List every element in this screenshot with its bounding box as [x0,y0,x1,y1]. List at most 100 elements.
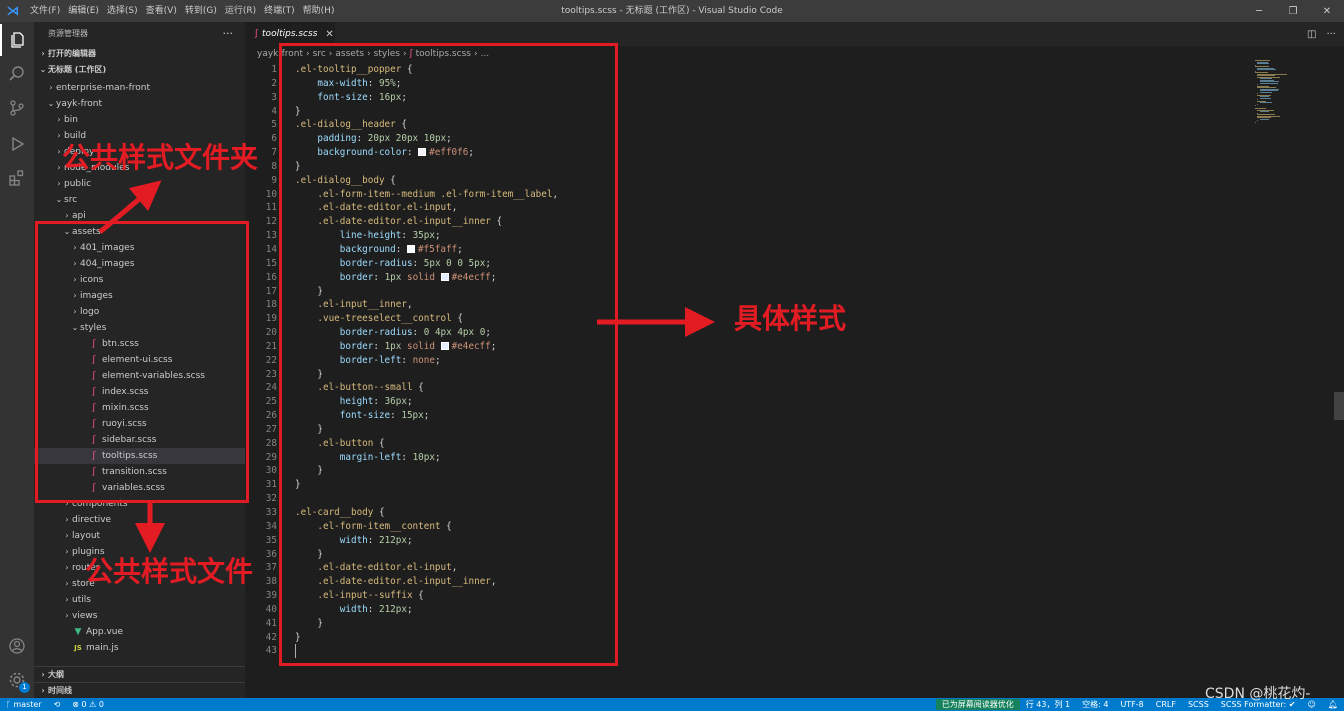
branch-status[interactable]: ᚴ master [0,700,48,709]
minimap-line [1257,63,1269,64]
tree-item-label: build [64,131,87,141]
tree-item-label: directive [72,515,112,525]
menu-item[interactable]: 选择(S) [103,0,142,22]
search-icon[interactable] [0,58,34,90]
split-editor-icon[interactable]: ◫ [1307,29,1316,40]
chevron-down-icon: ⌄ [55,195,63,204]
menu-item[interactable]: 运行(R) [221,0,260,22]
minimap-line [1257,69,1276,70]
scrollbar-thumb[interactable] [1334,392,1344,420]
chevron-right-icon: › [41,670,45,679]
end-of-line[interactable]: CRLF [1150,700,1182,709]
outline-label: 大纲 [48,670,64,679]
window-controls: ─ ❐ ✕ [1242,0,1344,22]
tree-folder[interactable]: › layout [34,528,245,544]
line-number: 41 [265,617,277,629]
problems-status[interactable]: ⊗ 0 ⚠ 0 [66,700,110,709]
line-number: 2 [271,77,277,89]
line-number: 26 [265,410,277,422]
tab-close-icon[interactable]: ✕ [325,29,333,40]
timeline-section[interactable]: › 时间线 [34,682,245,698]
extensions-icon[interactable] [0,162,34,194]
screen-reader-status[interactable]: 已为屏幕阅读器优化 [935,699,1020,710]
branch-name: master [13,700,42,709]
minimap[interactable] [1255,60,1331,126]
line-number: 39 [265,590,277,602]
tree-folder[interactable]: › utils [34,592,245,608]
indentation[interactable]: 空格: 4 [1076,699,1114,710]
menu-item[interactable]: 转到(G) [181,0,221,22]
tree-folder[interactable]: › enterprise-man-front [34,80,245,96]
tree-folder[interactable]: ⌄ src [34,192,245,208]
run-debug-icon[interactable] [0,128,34,160]
more-actions-icon[interactable]: ··· [1326,29,1336,40]
tree-folder[interactable]: › public [34,176,245,192]
close-window-icon[interactable]: ✕ [1310,0,1344,22]
notifications-icon[interactable]: 🔔︎ [1322,700,1344,709]
restore-icon[interactable]: ❐ [1276,0,1310,22]
line-number: 19 [265,313,277,325]
timeline-label: 时间线 [48,686,72,695]
minimize-icon[interactable]: ─ [1242,0,1276,22]
minimap-line [1259,118,1269,120]
line-number: 16 [265,271,277,283]
tree-item-label: main.js [86,643,119,653]
outline-section[interactable]: › 大纲 [34,666,245,682]
menu-item[interactable]: 终端(T) [260,0,299,22]
tree-folder[interactable]: ⌄ yayk-front [34,96,245,112]
line-number: 43 [265,645,277,657]
tree-item-label: enterprise-man-front [56,83,151,93]
vue-file-icon: ▼ [74,627,82,637]
sync-icon[interactable]: ⟲ [48,700,67,709]
account-icon[interactable] [0,630,34,662]
minimap-line [1259,97,1271,99]
tree-item-label: utils [72,595,91,605]
minimap-line [1257,120,1259,121]
annotation-label-folder: 公共样式文件夹 [62,141,259,174]
menu-item[interactable]: 查看(V) [142,0,181,22]
annotation-label-detail: 具体样式 [734,302,847,335]
vertical-scrollbar[interactable] [1334,46,1344,698]
sidebar-title: 资源管理器 [48,29,88,38]
tree-folder[interactable]: › directive [34,512,245,528]
menu-item[interactable]: 帮助(H) [299,0,339,22]
source-control-icon[interactable] [0,92,34,124]
chevron-right-icon: › [65,563,69,572]
workspace-section[interactable]: ⌄ 无标题 (工作区) [34,62,245,78]
menu-item[interactable]: 编辑(E) [64,0,103,22]
line-number: 32 [265,493,277,505]
tree-folder[interactable]: › bin [34,112,245,128]
workspace-label: 无标题 (工作区) [48,65,107,74]
editor-actions: ◫ ··· [1307,22,1336,46]
chevron-right-icon: › [57,115,61,124]
tree-folder[interactable]: › views [34,608,245,624]
annotation-label-file: 公共样式文件 [85,555,254,588]
chevron-right-icon: › [65,595,69,604]
tree-file[interactable]: ▼ App.vue [34,624,245,640]
sidebar-bottom-sections: › 大纲 › 时间线 [34,666,245,698]
tree-file[interactable]: JS main.js [34,640,245,656]
line-number: 33 [265,507,277,518]
settings-gear-icon[interactable]: 1 [0,664,34,696]
line-number: 9 [271,174,277,186]
line-number: 14 [265,243,277,255]
chevron-right-icon: › [65,579,69,588]
more-actions-icon[interactable]: ··· [223,22,234,46]
activity-bar: 1 [0,22,34,698]
open-editors-section[interactable]: › 打开的编辑器 [34,46,245,62]
explorer-icon[interactable] [0,24,34,56]
error-icon: ⊗ [72,700,82,709]
cursor-position[interactable]: 行 43，列 1 [1020,699,1076,710]
line-number: 42 [265,631,277,643]
line-number: 27 [265,423,277,435]
scss-file-icon: ʃ [255,29,259,39]
tree-item-label: layout [72,531,101,541]
chevron-right-icon: › [65,531,69,540]
line-number: 40 [265,603,277,615]
chevron-right-icon: › [57,179,61,188]
menu-item[interactable]: 文件(F) [26,0,64,22]
line-number: 12 [265,216,277,228]
line-number: 4 [271,105,277,117]
settings-badge: 1 [19,682,30,693]
encoding[interactable]: UTF-8 [1114,700,1149,709]
